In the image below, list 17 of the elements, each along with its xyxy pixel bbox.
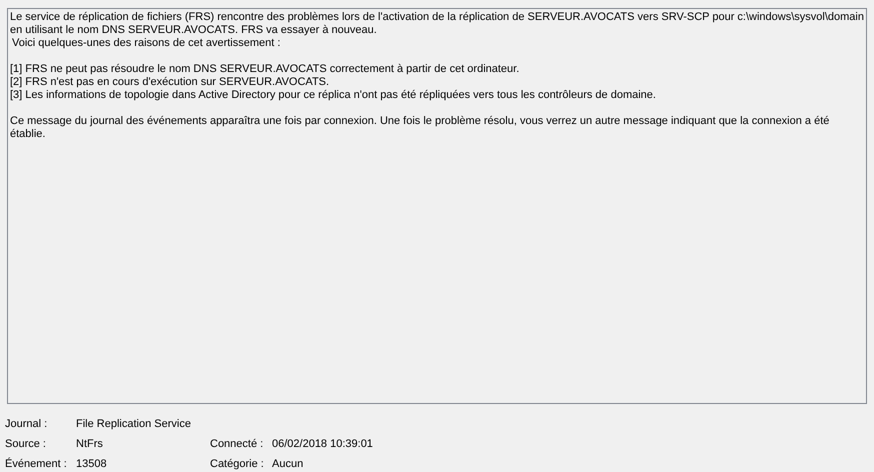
- field-value: 06/02/2018 10:39:01: [272, 438, 373, 451]
- field-value: NtFrs: [76, 438, 103, 451]
- message-text: [1] FRS ne peut pas résoudre le nom DNS SERVEUR.AVOCATS correctement à partir de cet ordinateur.: [10, 63, 520, 76]
- message-text: [2] FRS n'est pas en cours d'exécution sur SERVEUR.AVOCATS.: [10, 76, 330, 89]
- field-value: 13508: [76, 458, 107, 471]
- field-label: Catégorie :: [210, 458, 265, 471]
- message-text: Voici quelques-unes des raisons de cet avertissement :: [11, 37, 282, 50]
- field-label: Connecté :: [210, 438, 264, 451]
- message-text: Le service de réplication de fichiers (FRS) rencontre des problèmes lors de l'activation de la réplication de SERVEUR.AVOCATS vers SRV-SCP pour c:\windows\sysvol\domain en utilisant le nom DNS SERVEUR.AVOCATS. FRS va essayer à nouveau.: [10, 11, 864, 37]
- field-value: File Replication Service: [76, 418, 191, 431]
- message-text: Ce message du journal des événements apparaîtra une fois par connexion. Une fois le problème résolu, vous verrez un autre message indiquant que la connexion a été établie.: [10, 115, 830, 141]
- message-text-box[interactable]: [7, 8, 867, 404]
- field-label: Source :: [5, 438, 47, 451]
- message-text: [3] Les informations de topologie dans Active Directory pour ce réplica n'ont pas été répliquées vers tous les contrôleurs de domaine.: [10, 89, 657, 102]
- field-value: Aucun: [272, 458, 304, 471]
- field-label: Événement :: [5, 458, 68, 471]
- field-label: Journal :: [5, 418, 48, 431]
